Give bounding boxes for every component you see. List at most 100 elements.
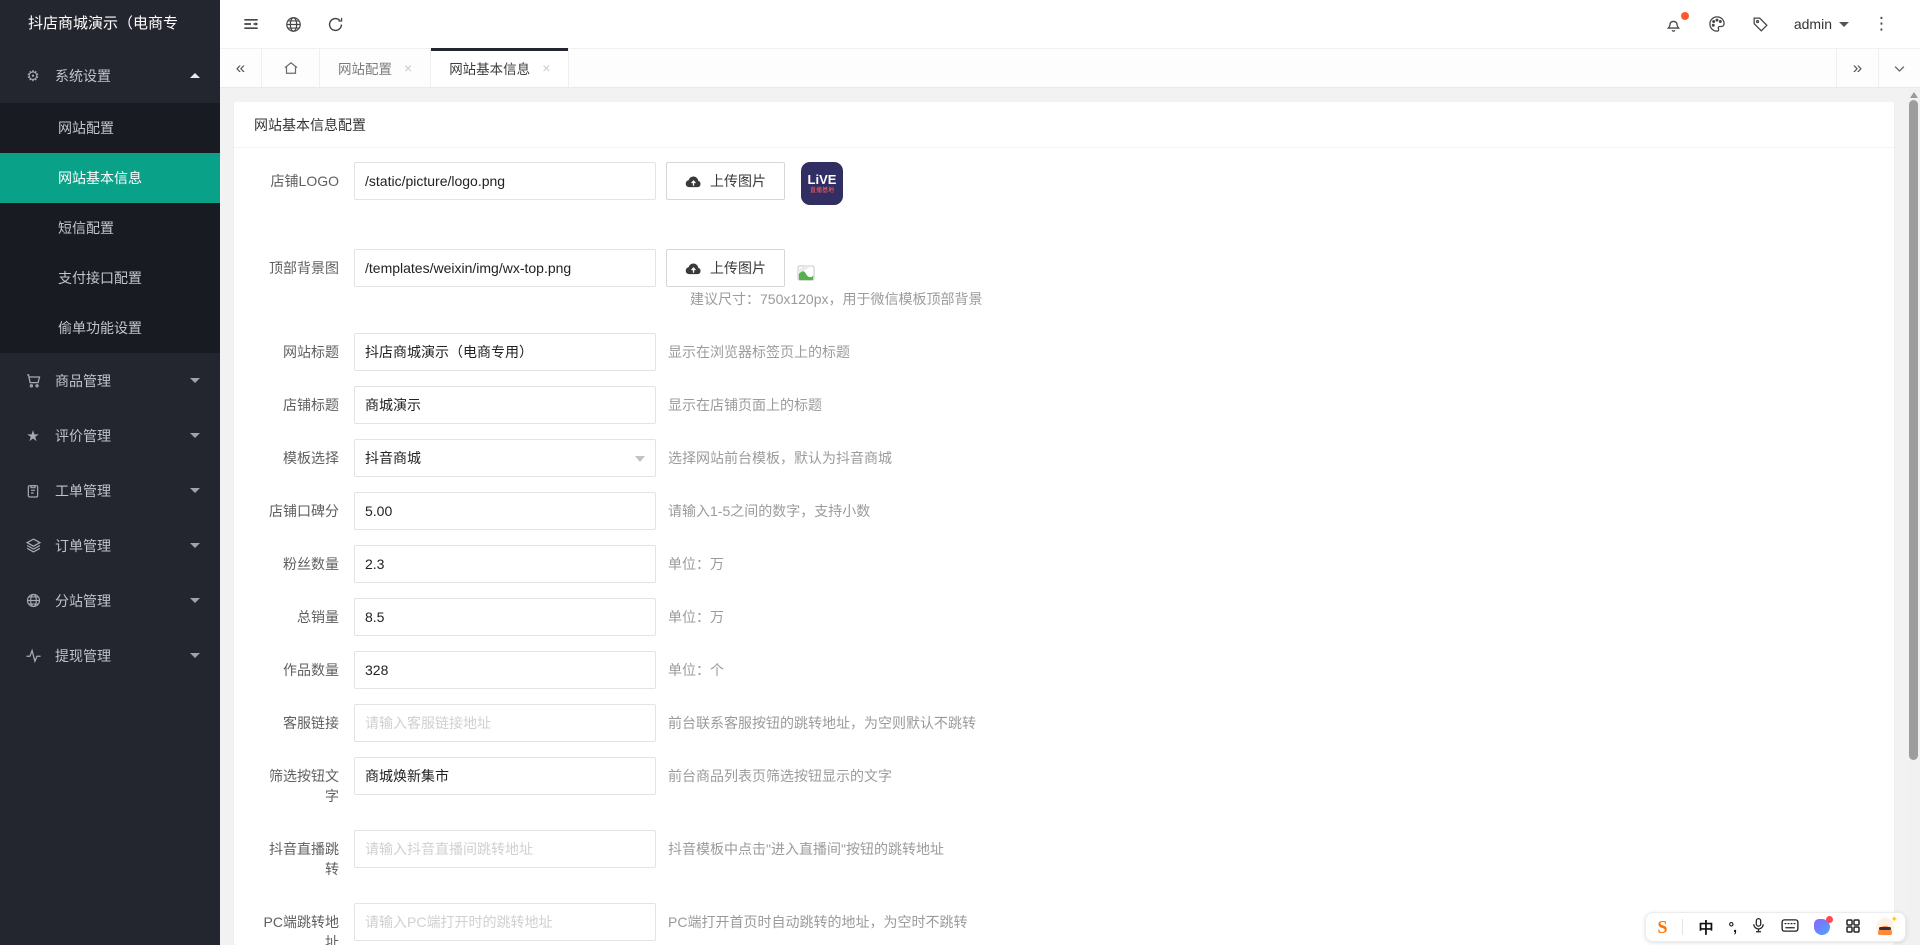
template-select[interactable]: 抖音商城 bbox=[354, 439, 656, 477]
service-link-input[interactable] bbox=[354, 704, 656, 742]
sidebar-group-tickets[interactable]: 工单管理 bbox=[0, 463, 220, 518]
form-row-shop-title: 店铺标题 显示在店铺页面上的标题 bbox=[244, 386, 1884, 424]
settings-card: 网站基本信息配置 店铺LOGO 上传图片 LiVE 直播基地 bbox=[234, 102, 1894, 945]
cloud-upload-icon bbox=[685, 174, 702, 189]
field-label: 客服链接 bbox=[244, 704, 354, 742]
pc-redirect-url-input[interactable] bbox=[354, 903, 656, 941]
douyin-live-link-input[interactable] bbox=[354, 830, 656, 868]
card-title: 网站基本信息配置 bbox=[234, 102, 1894, 148]
cart-icon bbox=[24, 372, 42, 389]
app-title: 抖店商城演示（电商专 bbox=[0, 0, 220, 48]
ime-language-mode-icon[interactable]: 中 bbox=[1698, 917, 1713, 938]
sidebar-item-site-config[interactable]: 网站配置 bbox=[0, 103, 220, 153]
shop-rating-input[interactable] bbox=[354, 492, 656, 530]
sogou-logo-icon[interactable]: S bbox=[1657, 917, 1667, 938]
top-background-input[interactable] bbox=[354, 249, 656, 287]
field-label: 网站标题 bbox=[244, 333, 354, 371]
sidebar-group-goods[interactable]: 商品管理 bbox=[0, 353, 220, 408]
tabs-menu-chevron-icon[interactable] bbox=[1878, 49, 1920, 87]
scrollbar-up-arrow-icon[interactable] bbox=[1910, 92, 1918, 98]
ime-keyboard-icon[interactable] bbox=[1781, 918, 1799, 936]
sidebar-item-site-basic-info[interactable]: 网站基本信息 bbox=[0, 153, 220, 203]
field-label: 店铺标题 bbox=[244, 386, 354, 424]
caret-down-icon bbox=[190, 488, 200, 493]
field-hint: 前台商品列表页筛选按钮显示的文字 bbox=[668, 757, 892, 795]
field-hint: 单位：个 bbox=[668, 651, 724, 689]
layers-icon bbox=[24, 537, 42, 554]
upload-background-button[interactable]: 上传图片 bbox=[666, 249, 785, 287]
home-tab[interactable] bbox=[262, 49, 320, 87]
close-tab-icon[interactable]: × bbox=[404, 60, 412, 76]
total-sales-input[interactable] bbox=[354, 598, 656, 636]
sidebar-item-sms-config[interactable]: 短信配置 bbox=[0, 203, 220, 253]
caret-up-icon bbox=[190, 73, 200, 78]
more-menu-icon[interactable]: ⋮ bbox=[1861, 0, 1902, 48]
site-title-input[interactable] bbox=[354, 333, 656, 371]
tab-bar: « 网站配置 × 网站基本信息 × » bbox=[220, 48, 1920, 88]
upload-logo-button[interactable]: 上传图片 bbox=[666, 162, 785, 200]
vertical-scrollbar[interactable] bbox=[1907, 89, 1920, 945]
field-hint: 前台联系客服按钮的跳转地址，为空则默认不跳转 bbox=[668, 704, 976, 742]
sidebar-item-order-steal-config[interactable]: 偷单功能设置 bbox=[0, 303, 220, 353]
caret-down-icon bbox=[190, 543, 200, 548]
shop-title-input[interactable] bbox=[354, 386, 656, 424]
field-hint: 显示在浏览器标签页上的标题 bbox=[668, 333, 850, 371]
ime-emoji-icon[interactable]: ✦ bbox=[1876, 918, 1894, 936]
tabs-scroll-left-icon[interactable]: « bbox=[220, 49, 262, 87]
main-area: admin ⋮ « 网站配置 × 网站基本信息 × » bbox=[220, 0, 1920, 945]
refresh-icon[interactable] bbox=[314, 0, 356, 48]
shop-logo-input[interactable] bbox=[354, 162, 656, 200]
form-row-top-background: 顶部背景图 上传图片 bbox=[244, 249, 1884, 287]
field-hint: 请输入1-5之间的数字，支持小数 bbox=[668, 492, 870, 530]
sidebar-group-reviews[interactable]: ★ 评价管理 bbox=[0, 408, 220, 463]
form-row-pc-redirect-url: PC端跳转地址 PC端打开首页时自动跳转的地址，为空时不跳转 bbox=[244, 903, 1884, 945]
sidebar-group-system-settings[interactable]: ⚙ 系统设置 bbox=[0, 48, 220, 103]
collapse-sidebar-icon[interactable] bbox=[230, 0, 272, 48]
tag-button[interactable] bbox=[1739, 0, 1782, 48]
ime-mic-icon[interactable] bbox=[1751, 917, 1766, 937]
fans-count-input[interactable] bbox=[354, 545, 656, 583]
field-label: PC端跳转地址 bbox=[244, 903, 354, 945]
clipboard-icon bbox=[24, 483, 42, 499]
ime-toolbox-grid-icon[interactable] bbox=[1845, 918, 1861, 937]
caret-down-icon bbox=[1839, 22, 1849, 27]
sidebar: 抖店商城演示（电商专 ⚙ 系统设置 网站配置 网站基本信息 短信配置 支付接口配… bbox=[0, 0, 220, 945]
tab-site-basic-info[interactable]: 网站基本信息 × bbox=[431, 49, 569, 87]
scrollbar-thumb[interactable] bbox=[1909, 100, 1918, 760]
tab-site-config[interactable]: 网站配置 × bbox=[320, 49, 431, 87]
select-caret-icon bbox=[635, 456, 645, 462]
star-icon: ★ bbox=[24, 427, 42, 445]
field-label: 顶部背景图 bbox=[244, 249, 354, 287]
theme-palette-button[interactable] bbox=[1695, 0, 1739, 48]
field-hint: 单位：万 bbox=[668, 598, 724, 636]
sidebar-item-payment-config[interactable]: 支付接口配置 bbox=[0, 253, 220, 303]
notification-badge bbox=[1681, 12, 1689, 20]
close-tab-icon[interactable]: × bbox=[542, 60, 550, 76]
ime-skin-icon[interactable] bbox=[1814, 919, 1830, 935]
field-hint: 单位：万 bbox=[668, 545, 724, 583]
field-label: 筛选按钮文字 bbox=[244, 757, 354, 815]
ime-punctuation-icon[interactable]: °, bbox=[1729, 919, 1737, 935]
form-row-filter-button-text: 筛选按钮文字 前台商品列表页筛选按钮显示的文字 bbox=[244, 757, 1884, 815]
notifications-button[interactable] bbox=[1652, 0, 1695, 48]
globe-icon[interactable] bbox=[272, 0, 314, 48]
admin-username: admin bbox=[1794, 16, 1832, 32]
content-area: 网站基本信息配置 店铺LOGO 上传图片 LiVE 直播基地 bbox=[220, 88, 1920, 945]
form-row-service-link: 客服链接 前台联系客服按钮的跳转地址，为空则默认不跳转 bbox=[244, 704, 1884, 742]
globe-icon bbox=[24, 592, 42, 609]
form-row-shop-rating: 店铺口碑分 请输入1-5之间的数字，支持小数 bbox=[244, 492, 1884, 530]
field-hint: PC端打开首页时自动跳转的地址，为空时不跳转 bbox=[668, 903, 967, 941]
sidebar-group-withdrawals[interactable]: 提现管理 bbox=[0, 628, 220, 683]
sidebar-group-subsites[interactable]: 分站管理 bbox=[0, 573, 220, 628]
field-label: 抖音直播跳转 bbox=[244, 830, 354, 888]
top-navbar: admin ⋮ bbox=[220, 0, 1920, 48]
sidebar-group-orders[interactable]: 订单管理 bbox=[0, 518, 220, 573]
ime-toolbar: S 中 °, ✦ bbox=[1645, 912, 1906, 942]
admin-menu[interactable]: admin bbox=[1782, 0, 1861, 48]
works-count-input[interactable] bbox=[354, 651, 656, 689]
sidebar-group-label: 系统设置 bbox=[55, 66, 111, 86]
filter-button-text-input[interactable] bbox=[354, 757, 656, 795]
ime-divider bbox=[1682, 919, 1683, 935]
form-row-douyin-live-link: 抖音直播跳转 抖音模板中点击"进入直播间"按钮的跳转地址 bbox=[244, 830, 1884, 888]
tabs-scroll-right-icon[interactable]: » bbox=[1836, 49, 1878, 87]
